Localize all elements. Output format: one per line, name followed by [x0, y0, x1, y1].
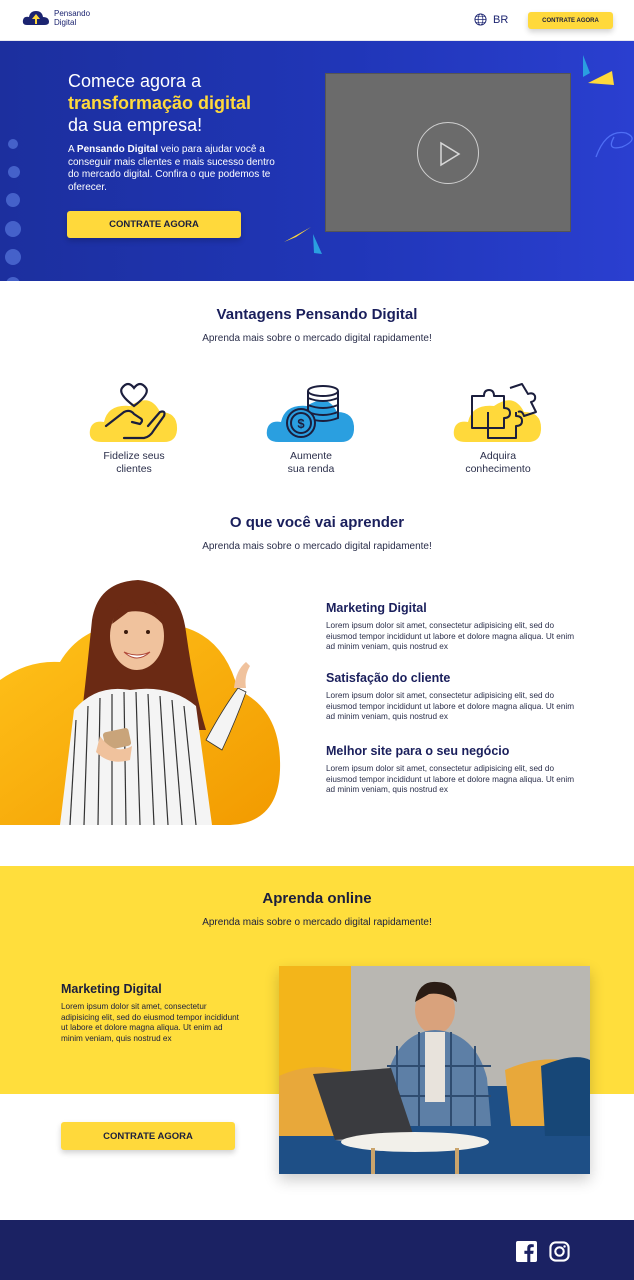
topic-title: Marketing Digital: [326, 601, 427, 615]
advantage-label-line2: clientes: [116, 463, 152, 475]
hero-decorations: [284, 55, 633, 254]
blue-triangle-decoration: [313, 234, 322, 254]
swirl-decoration: [595, 131, 633, 158]
topic-text: Lorem ipsum dolor sit amet, consectetur …: [326, 764, 575, 794]
footer: [0, 1220, 634, 1280]
topic-text: Lorem ipsum dolor sit amet, consectetur …: [326, 691, 575, 721]
globe-icon: [474, 13, 487, 26]
online-cta-button[interactable]: CONTRATE AGORA: [61, 1122, 235, 1150]
language-selector[interactable]: BR: [474, 13, 508, 26]
online-subtitle: Aprenda mais sobre o mercado digital rap…: [202, 917, 432, 928]
online-title: Aprenda online: [262, 890, 372, 907]
facebook-icon[interactable]: [516, 1241, 537, 1262]
blue-triangle-decoration: [583, 55, 590, 77]
coins-icon: $: [266, 385, 355, 442]
learn-title: O que você vai aprender: [229, 514, 405, 531]
man-with-laptop-photo: [279, 966, 590, 1174]
advantage-label-line2: conhecimento: [465, 463, 531, 475]
topic-text: Lorem ipsum dolor sit amet, consectetur …: [326, 621, 575, 651]
advantage-label-line1: Aumente: [289, 450, 333, 462]
topic-title: Satisfação do cliente: [326, 671, 451, 685]
advantages-subtitle: Aprenda mais sobre o mercado digital rap…: [202, 333, 432, 344]
advantage-label-line1: Fidelize seus: [103, 450, 165, 462]
advantage-label-line2: sua renda: [287, 463, 335, 475]
logo-line1: Pensando: [54, 9, 91, 18]
logo-line2: Digital: [54, 18, 77, 27]
learn-subtitle: Aprenda mais sobre o mercado digital rap…: [202, 541, 432, 552]
language-label: BR: [493, 13, 509, 26]
header-cta-button[interactable]: CONTRATE AGORA: [528, 12, 613, 29]
topic-item: Marketing Digital Lorem ipsum dolor sit …: [326, 601, 576, 653]
advantage-item: $ Aumente sua renda: [251, 382, 371, 476]
svg-text:$: $: [297, 416, 305, 431]
cloud-logo-icon: [22, 11, 49, 25]
yellow-triangle-decoration: [284, 227, 311, 242]
heart-hand-icon: [89, 382, 178, 442]
hero-section: Comece agora a transformação digital da …: [0, 41, 634, 281]
advantage-item: Adquira conhecimento: [438, 382, 558, 476]
advantage-item: Fidelize seus clientes: [74, 382, 194, 476]
instagram-icon[interactable]: [549, 1241, 570, 1262]
topic-title: Melhor site para o seu negócio: [326, 744, 510, 758]
yellow-triangle-decoration: [588, 71, 614, 85]
woman-with-phone-illustration: [0, 580, 281, 826]
brand-logo[interactable]: Pensando Digital: [22, 8, 90, 28]
advantages-title: Vantagens Pensando Digital: [216, 306, 418, 323]
topic-item: Melhor site para o seu negócio Lorem ips…: [326, 744, 576, 796]
topic-item: Satisfação do cliente Lorem ipsum dolor …: [326, 671, 576, 723]
online-card-title: Marketing Digital: [61, 982, 162, 996]
online-card-text: Lorem ipsum dolor sit amet, consectetur …: [61, 1002, 239, 1043]
top-navbar: Pensando Digital BR CONTRATE AGORA: [0, 0, 634, 41]
advantage-label-line1: Adquira: [479, 450, 517, 462]
online-card: Marketing Digital Lorem ipsum dolor sit …: [61, 982, 241, 1044]
puzzle-icon: [453, 383, 542, 442]
